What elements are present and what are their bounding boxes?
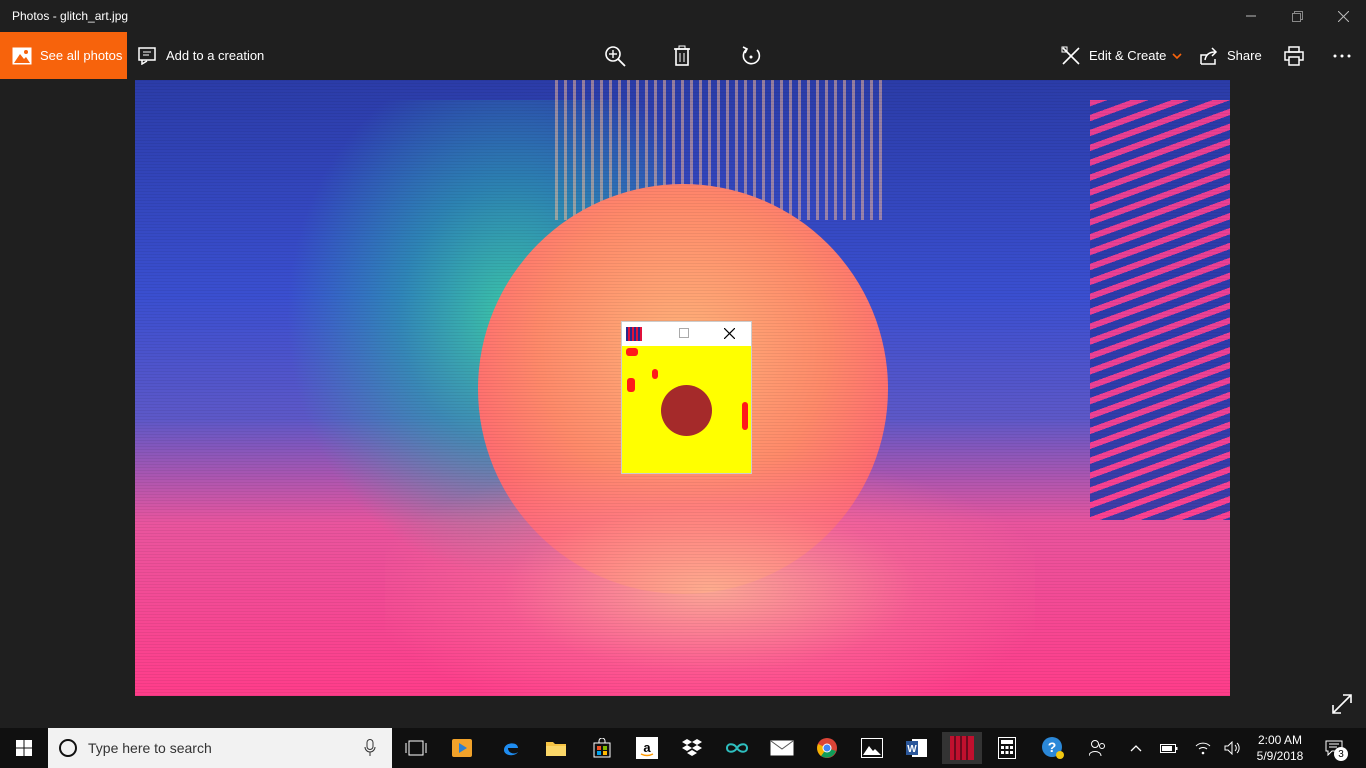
share-icon: [1200, 46, 1218, 65]
glitch-app-icon: [950, 736, 974, 760]
word-icon: W: [906, 739, 927, 757]
windows-logo-icon: [16, 740, 32, 756]
title-bar: Photos - glitch_art.jpg: [0, 0, 1366, 32]
more-options-button[interactable]: [1333, 32, 1351, 79]
brown-circle: [661, 385, 712, 436]
mini-window-titlebar[interactable]: [622, 322, 751, 346]
trash-icon: [674, 45, 690, 66]
calculator-app[interactable]: [987, 732, 1027, 764]
search-placeholder: Type here to search: [88, 740, 212, 756]
dropbox-icon: [682, 739, 702, 756]
edit-create-icon: [1061, 46, 1080, 65]
svg-text:W: W: [907, 744, 917, 755]
volume-button[interactable]: [1220, 728, 1246, 768]
mail-icon: [770, 740, 794, 756]
dropbox-app[interactable]: [672, 732, 712, 764]
more-icon: [1333, 54, 1351, 57]
add-to-creation-button[interactable]: Add to a creation: [138, 32, 264, 79]
restore-button[interactable]: [1274, 0, 1320, 32]
start-button[interactable]: [0, 728, 48, 768]
people-icon: [1089, 740, 1105, 757]
speaker-icon: [1224, 741, 1240, 755]
wifi-icon: [1195, 742, 1211, 755]
chrome-icon: [817, 738, 837, 758]
folder-icon: [546, 742, 566, 756]
battery-button[interactable]: [1156, 728, 1182, 768]
media-player-icon: [452, 739, 472, 757]
command-bar: See all photos Add to a creation Edit & …: [0, 32, 1366, 79]
network-button[interactable]: [1190, 728, 1216, 768]
word-app[interactable]: W: [897, 732, 937, 764]
edge-icon: [504, 743, 518, 756]
get-help-app[interactable]: ?: [1033, 732, 1073, 764]
media-player-app[interactable]: [442, 732, 482, 764]
taskbar-search-box[interactable]: Type here to search: [48, 728, 392, 768]
show-hidden-icons-button[interactable]: [1124, 728, 1148, 768]
photos-icon: [12, 47, 32, 64]
print-icon: [1284, 45, 1304, 66]
edit-create-label: Edit & Create: [1089, 48, 1167, 63]
infinity-icon: [725, 743, 749, 753]
edge-app[interactable]: [491, 732, 531, 764]
restore-icon: [1291, 10, 1303, 22]
share-button[interactable]: Share: [1199, 32, 1262, 79]
see-all-photos-label: See all photos: [40, 48, 123, 63]
zoom-button[interactable]: [604, 32, 626, 79]
maximize-icon: [679, 328, 689, 338]
window-title: Photos - glitch_art.jpg: [12, 9, 129, 23]
close-button[interactable]: [1320, 0, 1366, 32]
close-icon: [1337, 10, 1349, 22]
store-app[interactable]: [582, 732, 622, 764]
glitch-app-active[interactable]: [942, 732, 982, 764]
share-label: Share: [1227, 48, 1262, 63]
rotate-button[interactable]: [740, 32, 762, 79]
task-view-icon: [405, 740, 427, 756]
red-blob: [652, 369, 658, 379]
red-blob: [626, 348, 638, 356]
svg-text:?: ?: [1048, 739, 1057, 755]
taskbar-clock[interactable]: 2:00 AM 5/9/2018: [1248, 732, 1312, 764]
taskbar: Type here to search a W ? 2:00 AM 5/9/20…: [0, 728, 1366, 768]
people-button[interactable]: [1083, 728, 1113, 768]
task-view-button[interactable]: [396, 732, 436, 764]
arduino-app[interactable]: [717, 732, 757, 764]
notification-count-badge: 3: [1334, 747, 1348, 761]
minimize-button[interactable]: [1228, 0, 1274, 32]
fullscreen-icon[interactable]: [1330, 692, 1354, 716]
calculator-icon: [998, 737, 1016, 759]
see-all-photos-button[interactable]: See all photos: [0, 32, 127, 79]
delete-button[interactable]: [673, 32, 691, 79]
amazon-app[interactable]: a: [627, 732, 667, 764]
add-to-creation-icon: [138, 46, 156, 65]
rotate-icon: [742, 45, 761, 64]
help-icon: ?: [1042, 737, 1064, 759]
chrome-app[interactable]: [807, 732, 847, 764]
add-to-creation-label: Add to a creation: [166, 48, 265, 63]
zoom-in-icon: [605, 45, 626, 67]
amazon-icon: a: [636, 737, 658, 759]
print-button[interactable]: [1284, 32, 1304, 79]
cortana-icon: [59, 739, 77, 757]
battery-icon: [1160, 744, 1178, 753]
microphone-icon: [364, 739, 376, 756]
clock-date: 5/9/2018: [1256, 749, 1304, 763]
chevron-down-icon: [1172, 52, 1182, 59]
chevron-up-icon: [1130, 745, 1142, 752]
minimize-icon: [1246, 15, 1256, 17]
app-icon: [626, 327, 642, 341]
svg-text:a: a: [643, 740, 651, 755]
red-blob: [627, 378, 635, 392]
clock-time: 2:00 AM: [1257, 733, 1303, 747]
edit-create-button[interactable]: Edit & Create: [1061, 32, 1182, 79]
red-blob: [742, 402, 748, 430]
photos-app[interactable]: [852, 732, 892, 764]
mini-app-window[interactable]: [621, 321, 752, 474]
mini-close-icon: [724, 328, 735, 339]
mail-app[interactable]: [762, 732, 802, 764]
store-icon: [593, 738, 611, 758]
photos-taskbar-icon: [861, 738, 883, 758]
file-explorer-app[interactable]: [536, 732, 576, 764]
